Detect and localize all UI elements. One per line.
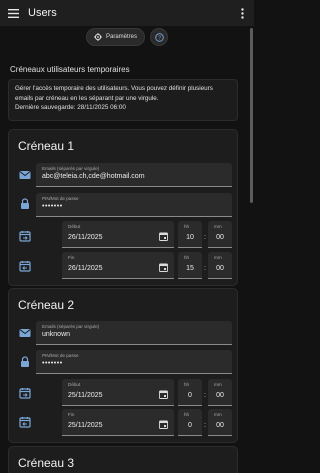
- app-root: Users Paramètres ? Créneaux utilisateurs…: [0, 0, 254, 473]
- slot-card-3: Créneau 3: [8, 446, 238, 473]
- pin-field[interactable]: PIN/Mot de passe •••••••: [36, 193, 232, 217]
- calendar-end-icon: [19, 417, 31, 428]
- info-text: Gérer l'accès temporaire des utilisateur…: [15, 85, 213, 102]
- emails-value: abc@teleia.ch,cde@hotmail.com: [42, 173, 145, 180]
- end-date-field[interactable]: Fin 25/11/2025: [62, 409, 174, 436]
- info-box: Gérer l'accès temporaire des utilisateur…: [8, 79, 238, 121]
- emails-field[interactable]: Emails (séparés par virgule) abc@teleia.…: [36, 163, 232, 187]
- date-picker-icon[interactable]: [159, 263, 168, 272]
- end-hour-field[interactable]: hh 15: [178, 252, 202, 279]
- start-minute-field[interactable]: mm 00: [208, 379, 232, 406]
- slot-title: Créneau 2: [18, 298, 75, 312]
- scrollbar[interactable]: [250, 28, 253, 203]
- gear-icon: [93, 33, 102, 41]
- lock-icon: [21, 356, 29, 367]
- start-minute-field[interactable]: mm 00: [208, 221, 232, 248]
- date-picker-icon[interactable]: [159, 232, 168, 241]
- settings-button[interactable]: Paramètres: [85, 28, 145, 46]
- help-icon: ?: [154, 32, 164, 42]
- slot-title: Créneau 1: [18, 139, 75, 153]
- end-minute-field[interactable]: mm 00: [208, 252, 232, 279]
- top-app-bar: Users: [0, 0, 254, 26]
- hamburger-icon[interactable]: [2, 0, 24, 26]
- pin-value: •••••••: [42, 203, 63, 210]
- pin-field[interactable]: PIN/Mot de passe •••••••: [36, 350, 232, 374]
- last-saved: Dernière sauvegarde: 28/11/2025 06:00: [15, 104, 126, 112]
- date-picker-icon[interactable]: [159, 390, 168, 399]
- settings-label: Paramètres: [105, 34, 137, 40]
- date-picker-icon[interactable]: [159, 420, 168, 429]
- calendar-start-icon: [19, 388, 31, 399]
- section-title: Créneaux utilisateurs temporaires: [10, 65, 130, 74]
- start-hour-field[interactable]: hh 10: [178, 221, 202, 248]
- slot-card-2: Créneau 2 Emails (séparés par virgule) u…: [8, 288, 238, 443]
- start-date-field[interactable]: Début 26/11/2025: [62, 221, 174, 248]
- slot-title: Créneau 3: [18, 456, 75, 470]
- email-icon: [19, 171, 31, 179]
- svg-text:?: ?: [157, 35, 160, 41]
- header-actions: Paramètres ?: [0, 28, 254, 48]
- slot-card-1: Créneau 1 Emails (séparés par virgule) a…: [8, 129, 238, 286]
- calendar-start-icon: [19, 231, 31, 242]
- more-vert-icon[interactable]: [234, 0, 250, 26]
- app-title: Users: [28, 7, 57, 19]
- end-minute-field[interactable]: mm 00: [208, 409, 232, 436]
- start-hour-field[interactable]: hh 0: [178, 379, 202, 406]
- emails-value: unknown: [42, 331, 71, 338]
- emails-field[interactable]: Emails (séparés par virgule) unknown: [36, 321, 232, 345]
- end-hour-field[interactable]: hh 0: [178, 409, 202, 436]
- end-date-field[interactable]: Fin 26/11/2025: [62, 252, 174, 279]
- lock-icon: [21, 198, 29, 209]
- calendar-end-icon: [19, 261, 31, 272]
- email-icon: [19, 329, 31, 337]
- pin-value: •••••••: [42, 360, 63, 367]
- help-button[interactable]: ?: [150, 28, 168, 46]
- start-date-field[interactable]: Début 25/11/2025: [62, 379, 174, 406]
